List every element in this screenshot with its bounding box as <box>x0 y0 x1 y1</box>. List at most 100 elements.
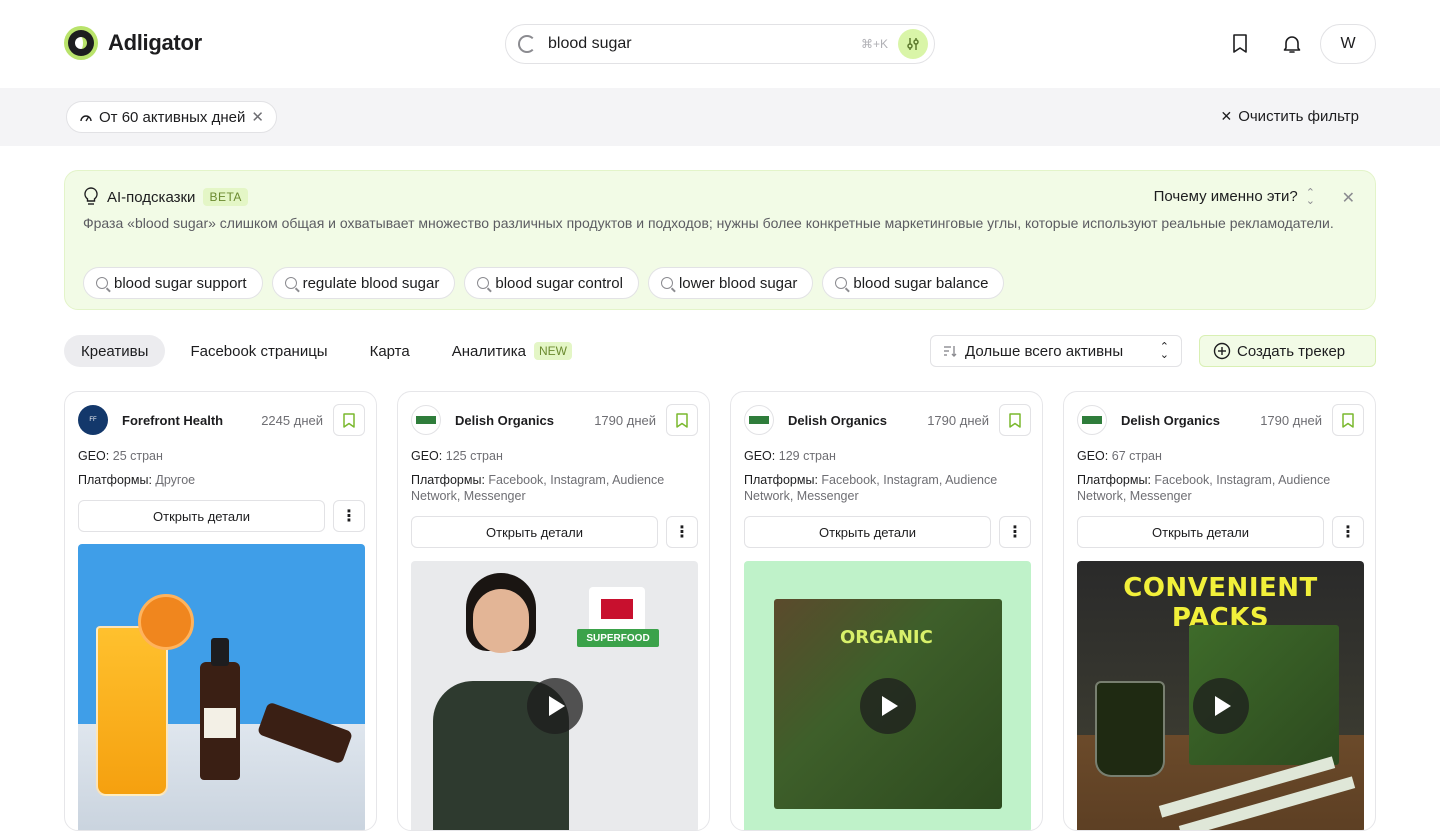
open-details-button[interactable]: Открыть детали <box>1077 516 1324 548</box>
loading-spinner-icon <box>518 35 536 53</box>
suggestion-label: regulate blood sugar <box>302 274 440 292</box>
creative-image[interactable] <box>78 544 365 830</box>
remove-filter-icon[interactable]: ✕ <box>251 108 264 126</box>
ai-explanation-text: Фраза «blood sugar» слишком общая и охва… <box>83 215 1334 231</box>
geo-label: GEO: <box>1077 449 1109 463</box>
open-details-button[interactable]: Открыть детали <box>744 516 991 548</box>
brand-logo[interactable] <box>411 405 441 435</box>
search-icon <box>284 277 297 289</box>
bookmark-icon <box>1233 34 1247 53</box>
tab-map[interactable]: Карта <box>353 335 427 367</box>
brand-logo[interactable] <box>1077 405 1107 435</box>
brand-name[interactable]: Delish Organics <box>1121 413 1220 428</box>
suggestion-chip[interactable]: blood sugar support <box>83 267 263 299</box>
why-these-dropdown[interactable]: Почему именно эти? ⌃ ⌄ <box>1153 186 1315 207</box>
platforms-label: Платформы: <box>744 473 818 487</box>
active-days: 1790 дней <box>927 412 989 428</box>
tab-analytics[interactable]: Аналитика NEW <box>435 335 589 367</box>
card-header: Delish Organics 1790 дней <box>1077 404 1364 436</box>
create-tracker-label: Создать трекер <box>1237 342 1346 360</box>
filter-bar: От 60 активных дней ✕ ✕ Очистить фильтр <box>0 88 1440 146</box>
logo-eye-icon <box>64 26 98 60</box>
brand-name[interactable]: Forefront Health <box>122 413 223 428</box>
bookmark-icon <box>1009 412 1021 428</box>
brand-name[interactable]: Delish Organics <box>788 413 887 428</box>
card-header: Delish Organics 1790 дней <box>411 404 698 436</box>
suggestion-chip[interactable]: regulate blood sugar <box>271 267 456 299</box>
search-icon <box>660 277 673 289</box>
sort-label: Дольше всего активны <box>965 342 1124 360</box>
platforms-info: Платформы: Другое <box>78 472 365 488</box>
new-badge: NEW <box>533 342 572 360</box>
more-options-button[interactable]: ⋮ <box>666 516 698 548</box>
card-header: Delish Organics 1790 дней <box>744 404 1031 436</box>
more-options-button[interactable]: ⋮ <box>333 500 365 532</box>
bookmark-button[interactable] <box>333 404 365 436</box>
clear-filter-button[interactable]: ✕ Очистить фильтр <box>1220 108 1359 125</box>
search-settings-button[interactable] <box>898 29 928 59</box>
clear-filter-label: Очистить фильтр <box>1238 108 1359 125</box>
brand-logo[interactable] <box>744 405 774 435</box>
creative-video[interactable]: CONVENIENT PACKS <box>1077 561 1364 830</box>
suggestion-label: blood sugar support <box>114 274 247 292</box>
brand-logo[interactable]: FF <box>78 405 108 435</box>
sliders-icon <box>907 38 919 50</box>
platforms-label: Платформы: <box>78 473 152 487</box>
platforms-info: Платформы: Facebook, Instagram, Audience… <box>744 472 1031 504</box>
open-details-button[interactable]: Открыть детали <box>411 516 658 548</box>
convenient-packs-overlay-text: CONVENIENT PACKS <box>1123 573 1318 633</box>
geo-label: GEO: <box>411 449 443 463</box>
creative-video[interactable]: ORGANIC <box>744 561 1031 830</box>
search-bar[interactable]: ⌘+K <box>505 24 935 64</box>
platforms-value: Другое <box>155 473 196 487</box>
bookmark-button[interactable] <box>1332 404 1364 436</box>
geo-info: GEO: 129 стран <box>744 448 1031 464</box>
why-these-label: Почему именно эти? <box>1153 188 1298 205</box>
brand-name[interactable]: Delish Organics <box>455 413 554 428</box>
tab-label: Креативы <box>81 342 149 360</box>
updown-chevron-icon: ⌃ ⌄ <box>1305 186 1315 207</box>
creative-video[interactable]: SUPERFOOD <box>411 561 698 830</box>
card-actions: Открыть детали ⋮ <box>744 516 1031 548</box>
geo-label: GEO: <box>744 449 776 463</box>
open-details-button[interactable]: Открыть детали <box>78 500 325 532</box>
play-video-button[interactable] <box>1192 678 1249 734</box>
sort-icon <box>944 346 957 357</box>
play-video-button[interactable] <box>859 678 916 734</box>
ai-panel-title: AI-подсказки <box>107 188 196 206</box>
platforms-label: Платформы: <box>411 473 485 487</box>
geo-info: GEO: 125 стран <box>411 448 698 464</box>
logo-text: Adligator <box>108 30 202 55</box>
notifications-button[interactable] <box>1281 32 1303 56</box>
bookmark-icon <box>676 412 688 428</box>
logo[interactable]: Adligator <box>64 26 202 60</box>
lightbulb-icon <box>84 187 98 205</box>
suggestion-label: blood sugar control <box>495 274 623 292</box>
tab-label: Аналитика <box>451 342 526 360</box>
suggestion-chip[interactable]: lower blood sugar <box>647 267 814 299</box>
content-tabs: Креативы Facebook страницы Карта Аналити… <box>64 335 589 367</box>
user-avatar-button[interactable]: W <box>1320 24 1376 64</box>
sort-dropdown[interactable]: Дольше всего активны ⌃ ⌄ <box>930 335 1182 367</box>
ai-suggestions-panel: AI-подсказки BETA Почему именно эти? ⌃ ⌄ … <box>64 170 1376 310</box>
play-video-button[interactable] <box>526 678 583 734</box>
bookmarks-button[interactable] <box>1229 32 1251 56</box>
bookmark-button[interactable] <box>999 404 1031 436</box>
close-ai-panel-icon[interactable]: ✕ <box>1342 188 1355 208</box>
tab-creatives[interactable]: Креативы <box>64 335 166 367</box>
suggestion-chip[interactable]: blood sugar control <box>464 267 639 299</box>
active-filter-chip[interactable]: От 60 активных дней ✕ <box>66 101 277 133</box>
more-options-button[interactable]: ⋮ <box>1332 516 1364 548</box>
create-tracker-button[interactable]: Создать трекер <box>1199 335 1376 367</box>
search-input[interactable] <box>548 35 848 53</box>
suggestion-chip[interactable]: blood sugar balance <box>822 267 1005 299</box>
more-options-button[interactable]: ⋮ <box>999 516 1031 548</box>
platforms-info: Платформы: Facebook, Instagram, Audience… <box>411 472 698 504</box>
search-icon <box>96 277 108 289</box>
ai-suggestion-chips: blood sugar support regulate blood sugar… <box>83 267 1005 299</box>
bookmark-button[interactable] <box>666 404 698 436</box>
tab-facebook-pages[interactable]: Facebook страницы <box>173 335 344 367</box>
geo-value: 25 стран <box>112 449 163 463</box>
bell-icon <box>1283 36 1301 53</box>
active-days: 1790 дней <box>1260 412 1322 428</box>
